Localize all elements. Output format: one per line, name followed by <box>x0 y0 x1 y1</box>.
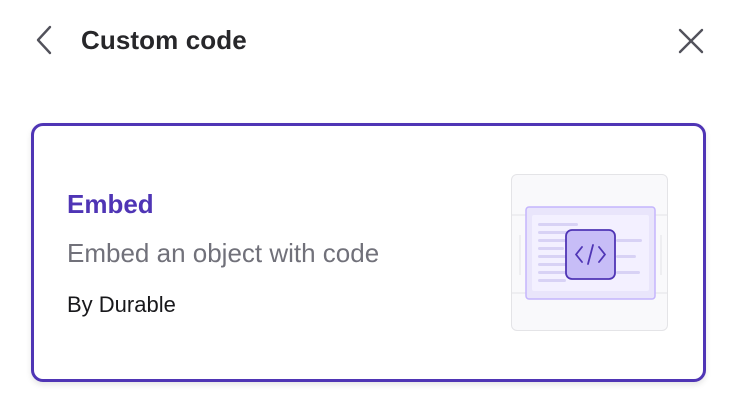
custom-code-panel: Custom code Embed Embed an object with c… <box>0 0 736 420</box>
page-title: Custom code <box>81 25 247 55</box>
close-button[interactable] <box>674 24 708 58</box>
panel-header: Custom code <box>0 0 736 80</box>
chevron-left-icon <box>36 25 52 55</box>
embed-app-card[interactable]: Embed Embed an object with code By Durab… <box>31 123 706 382</box>
embed-illustration <box>512 206 667 300</box>
back-button[interactable] <box>30 24 58 56</box>
card-author: By Durable <box>67 292 176 317</box>
embed-thumbnail <box>511 174 668 331</box>
card-title: Embed <box>67 189 154 219</box>
close-icon <box>678 28 704 54</box>
card-description: Embed an object with code <box>67 238 380 268</box>
